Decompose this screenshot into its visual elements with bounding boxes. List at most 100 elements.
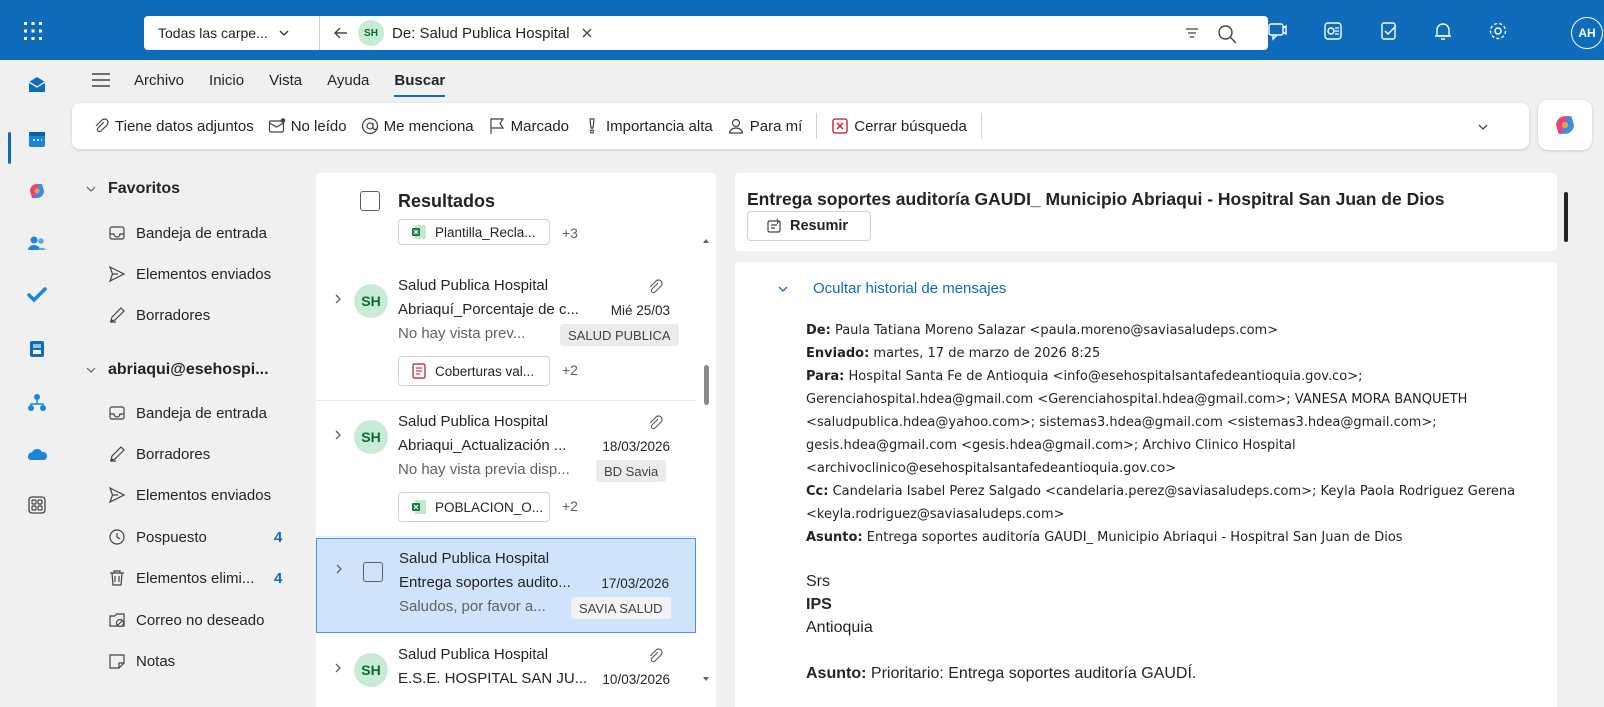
attachment-chip[interactable]: POBLACION_O... [398,492,550,522]
message-row[interactable]: SH Salud Publica Hospital E.S.E. HOSPITA… [316,634,696,707]
pane-resize-handle[interactable] [1564,192,1568,242]
search-chip-avatar: SH [358,20,384,46]
folder-favorite-drafts[interactable]: Borradores [108,306,304,324]
category-tag[interactable]: SAVIA SALUD [571,597,671,619]
quoted-header: De: Paula Tatiana Moreno Salazar <paula.… [806,319,1546,549]
search-input[interactable]: SH De: Salud Publica Hospital [320,16,1268,50]
bell-icon[interactable] [1432,20,1454,42]
calendar-app-icon[interactable] [26,128,48,150]
attachment-chip[interactable]: Plantilla_Recla... [398,219,550,245]
scroll-up-icon[interactable] [701,237,711,245]
pdf-file-icon [412,363,426,379]
more-apps-icon[interactable] [26,494,48,516]
paperclip-icon [649,648,663,663]
folder-inbox[interactable]: Bandeja de entrada [108,404,304,422]
account-header[interactable]: abriaqui@esehospi... [86,361,269,379]
select-all-checkbox[interactable] [360,191,380,211]
paperclip-icon [95,118,109,133]
people-app-icon[interactable] [26,232,48,254]
email-body: Srs IPS Antioquia Asunto: Prioritario: E… [806,570,1196,685]
folder-label: Borradores [136,306,211,324]
mail-app-icon[interactable] [26,74,48,96]
to-value: Hospital Santa Fe de Antioquia <info@ese… [806,369,1468,476]
category-tag[interactable]: SALUD PUBLICA [560,324,679,346]
attachment-chip[interactable]: Coberturas val... [398,356,550,386]
message-row[interactable]: SH Salud Publica Hospital Abriaqui_Actua… [316,401,696,537]
scroll-down-icon[interactable] [701,675,711,683]
close-search-button[interactable]: Cerrar búsqueda [831,117,967,135]
filter-flagged[interactable]: Marcado [488,117,569,135]
list-scrollbar[interactable] [696,229,716,707]
menu-vista[interactable]: Vista [269,68,302,93]
person-icon [728,118,743,134]
favorites-header[interactable]: Favoritos [86,180,180,198]
folder-pane: Favoritos Bandeja de entrada Elementos e… [72,168,304,707]
folder-notes[interactable]: Notas [108,652,304,670]
outlook-app-icon[interactable] [1322,20,1344,42]
to-label: Para: [806,369,845,384]
onedrive-icon[interactable] [26,444,48,466]
search-icon[interactable] [1216,23,1238,45]
folder-snoozed[interactable]: Pospuesto 4 [108,528,304,546]
folder-label: Elementos enviados [136,486,272,504]
hamburger-icon[interactable] [90,71,112,89]
folder-deleted[interactable]: Elementos elimi... 4 [108,569,304,587]
ribbon-menu: Archivo Inicio Vista Ayuda Buscar [90,66,470,97]
tasks-icon[interactable] [1378,20,1400,42]
scroll-thumb[interactable] [704,365,709,405]
org-explorer-icon[interactable] [26,392,48,414]
message-date: 18/03/2026 [602,439,670,454]
summarize-button[interactable]: Resumir [747,211,871,241]
unread-mail-icon [268,118,286,133]
body-subject-value: Prioritario: Entrega soportes auditoría … [870,665,1197,682]
gear-icon[interactable] [1487,20,1509,42]
menu-inicio[interactable]: Inicio [209,68,244,93]
todo-app-icon[interactable] [26,284,48,306]
flag-icon [490,118,504,134]
filter-to-me[interactable]: Para mí [727,117,802,135]
search-scope-dropdown[interactable]: Todas las carpe... [144,16,320,50]
filter-label: Marcado [510,117,569,135]
forms-app-icon[interactable] [26,338,48,360]
message-date: Mié 25/03 [610,303,670,318]
filter-mentions-me[interactable]: Me menciona [361,117,474,135]
menu-buscar[interactable]: Buscar [394,68,445,97]
filter-unread[interactable]: No leído [268,117,347,135]
chevron-right-icon[interactable] [333,293,343,305]
meet-now-icon[interactable] [1266,20,1288,42]
folder-favorite-sent[interactable]: Elementos enviados [108,265,304,283]
filter-has-attachments[interactable]: Tiene datos adjuntos [92,117,254,135]
folder-drafts[interactable]: Borradores [108,445,304,463]
copilot-app-icon[interactable] [26,180,48,202]
chevron-right-icon[interactable] [333,662,343,674]
remove-chip-icon[interactable] [580,26,594,40]
hide-history-toggle[interactable]: Ocultar historial de mensajes [777,280,1006,297]
subject-label: Asunto: [806,530,863,545]
sender-avatar: SH [354,653,388,687]
filter-label: Importancia alta [606,117,713,135]
back-arrow-icon[interactable] [332,24,350,42]
message-list: Resultados Plantilla_Recla... +3 SH Salu… [316,173,716,707]
folder-favorite-inbox[interactable]: Bandeja de entrada [108,224,304,242]
user-avatar[interactable]: AH [1571,17,1603,49]
copilot-button[interactable] [1538,100,1592,150]
folder-junk[interactable]: Correo no deseado [108,611,304,629]
sender-name: Salud Publica Hospital [399,550,550,567]
chevron-right-icon[interactable] [334,563,344,575]
chevron-down-icon[interactable] [1477,121,1489,133]
folder-sent[interactable]: Elementos enviados [108,486,304,504]
category-tag[interactable]: BD Savia [596,460,667,482]
copilot-icon [1556,116,1574,134]
menu-archivo[interactable]: Archivo [134,68,184,93]
message-row-selected[interactable]: Salud Publica Hospital Entrega soportes … [316,538,696,633]
chevron-right-icon[interactable] [333,429,343,441]
search-filter-bar: Tiene datos adjuntos No leído Me mencion… [72,103,1529,149]
filter-high-importance[interactable]: Importancia alta [583,117,713,135]
filter-icon[interactable] [1184,25,1200,41]
divider [980,113,982,139]
message-row[interactable]: SH Salud Publica Hospital Abriaquí_Porce… [316,265,696,401]
row-checkbox[interactable] [363,562,383,582]
menu-ayuda[interactable]: Ayuda [327,68,369,93]
app-launcher-icon[interactable] [22,20,44,42]
reading-pane-body: Ocultar historial de mensajes De: Paula … [735,262,1557,707]
